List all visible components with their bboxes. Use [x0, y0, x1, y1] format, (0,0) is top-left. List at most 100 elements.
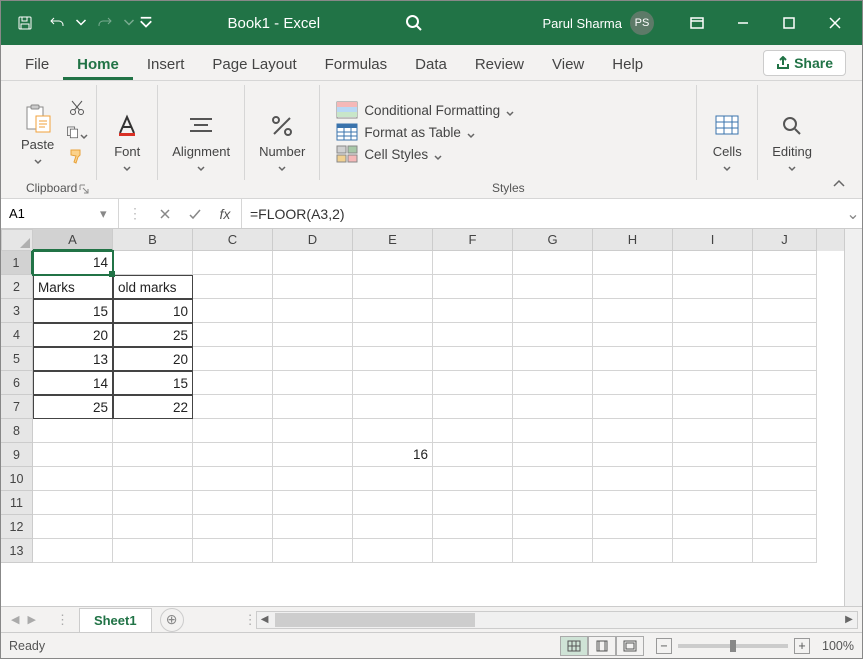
cell-A9[interactable] — [33, 443, 113, 467]
clipboard-launcher-icon[interactable] — [78, 182, 92, 196]
cell-G11[interactable] — [513, 491, 593, 515]
cell-A10[interactable] — [33, 467, 113, 491]
cell-E5[interactable] — [353, 347, 433, 371]
cell-E11[interactable] — [353, 491, 433, 515]
cell-styles-button[interactable]: Cell Styles — [336, 145, 442, 163]
cell-I6[interactable] — [673, 371, 753, 395]
select-all-button[interactable] — [1, 229, 33, 251]
tab-file[interactable]: File — [11, 48, 63, 80]
cell-A11[interactable] — [33, 491, 113, 515]
cell-H8[interactable] — [593, 419, 673, 443]
cell-F12[interactable] — [433, 515, 513, 539]
cell-F13[interactable] — [433, 539, 513, 563]
cell-J2[interactable] — [753, 275, 817, 299]
cell-B8[interactable] — [113, 419, 193, 443]
cell-E6[interactable] — [353, 371, 433, 395]
cell-H4[interactable] — [593, 323, 673, 347]
cell-A5[interactable]: 13 — [33, 347, 113, 371]
cell-J5[interactable] — [753, 347, 817, 371]
cell-E12[interactable] — [353, 515, 433, 539]
name-box[interactable]: A1 ▾ — [1, 199, 119, 228]
col-header-I[interactable]: I — [673, 229, 753, 251]
cell-G12[interactable] — [513, 515, 593, 539]
cell-C5[interactable] — [193, 347, 273, 371]
cell-C12[interactable] — [193, 515, 273, 539]
row-header-9[interactable]: 9 — [1, 443, 33, 467]
cell-E1[interactable] — [353, 251, 433, 275]
cell-B7[interactable]: 22 — [113, 395, 193, 419]
cell-D11[interactable] — [273, 491, 353, 515]
cell-H6[interactable] — [593, 371, 673, 395]
row-header-11[interactable]: 11 — [1, 491, 33, 515]
cell-C2[interactable] — [193, 275, 273, 299]
cell-J8[interactable] — [753, 419, 817, 443]
cell-E13[interactable] — [353, 539, 433, 563]
cell-D10[interactable] — [273, 467, 353, 491]
cell-G1[interactable] — [513, 251, 593, 275]
cell-I4[interactable] — [673, 323, 753, 347]
cell-G6[interactable] — [513, 371, 593, 395]
alignment-button[interactable]: Alignment — [166, 108, 236, 171]
col-header-B[interactable]: B — [113, 229, 193, 251]
cell-D12[interactable] — [273, 515, 353, 539]
enter-formula-icon[interactable] — [185, 207, 205, 221]
row-header-13[interactable]: 13 — [1, 539, 33, 563]
cell-H1[interactable] — [593, 251, 673, 275]
cell-B3[interactable]: 10 — [113, 299, 193, 323]
cell-A3[interactable]: 15 — [33, 299, 113, 323]
tab-help[interactable]: Help — [598, 48, 657, 80]
row-header-2[interactable]: 2 — [1, 275, 33, 299]
cell-C3[interactable] — [193, 299, 273, 323]
row-header-10[interactable]: 10 — [1, 467, 33, 491]
cell-G2[interactable] — [513, 275, 593, 299]
col-header-F[interactable]: F — [433, 229, 513, 251]
undo-icon[interactable] — [43, 9, 71, 37]
close-icon[interactable] — [812, 5, 858, 41]
cell-B12[interactable] — [113, 515, 193, 539]
row-header-4[interactable]: 4 — [1, 323, 33, 347]
cell-G3[interactable] — [513, 299, 593, 323]
cell-A13[interactable] — [33, 539, 113, 563]
row-header-8[interactable]: 8 — [1, 419, 33, 443]
cell-D8[interactable] — [273, 419, 353, 443]
cell-A4[interactable]: 20 — [33, 323, 113, 347]
cell-I1[interactable] — [673, 251, 753, 275]
cell-B4[interactable]: 25 — [113, 323, 193, 347]
formula-input[interactable]: =FLOOR(A3,2) — [242, 199, 844, 228]
cell-C13[interactable] — [193, 539, 273, 563]
copy-icon[interactable] — [66, 121, 88, 143]
cell-D3[interactable] — [273, 299, 353, 323]
tab-review[interactable]: Review — [461, 48, 538, 80]
fb-options-icon[interactable]: ⋮ — [125, 205, 145, 222]
cell-E2[interactable] — [353, 275, 433, 299]
cell-C4[interactable] — [193, 323, 273, 347]
cell-I9[interactable] — [673, 443, 753, 467]
cell-C8[interactable] — [193, 419, 273, 443]
search-icon[interactable] — [400, 9, 428, 37]
format-as-table-button[interactable]: Format as Table — [336, 123, 475, 141]
cell-F9[interactable] — [433, 443, 513, 467]
cell-F4[interactable] — [433, 323, 513, 347]
editing-button[interactable]: Editing — [766, 108, 818, 171]
col-header-E[interactable]: E — [353, 229, 433, 251]
zoom-out-icon[interactable]: − — [656, 638, 672, 654]
tab-home[interactable]: Home — [63, 48, 133, 80]
cell-C11[interactable] — [193, 491, 273, 515]
cell-G10[interactable] — [513, 467, 593, 491]
name-box-dropdown-icon[interactable]: ▾ — [100, 206, 110, 222]
cell-E3[interactable] — [353, 299, 433, 323]
cell-H11[interactable] — [593, 491, 673, 515]
cell-B6[interactable]: 15 — [113, 371, 193, 395]
cell-F8[interactable] — [433, 419, 513, 443]
cell-D6[interactable] — [273, 371, 353, 395]
user-avatar[interactable]: PS — [630, 11, 654, 35]
insert-function-icon[interactable]: fx — [215, 206, 235, 222]
zoom-in-icon[interactable]: + — [794, 638, 810, 654]
undo-dropdown-icon[interactable] — [75, 9, 87, 37]
cell-I3[interactable] — [673, 299, 753, 323]
sheet-split-icon[interactable]: ⋮ — [244, 612, 252, 628]
cell-E8[interactable] — [353, 419, 433, 443]
expand-formula-bar-icon[interactable]: ⌄ — [844, 199, 862, 228]
cell-I8[interactable] — [673, 419, 753, 443]
page-layout-view-icon[interactable] — [588, 636, 616, 656]
